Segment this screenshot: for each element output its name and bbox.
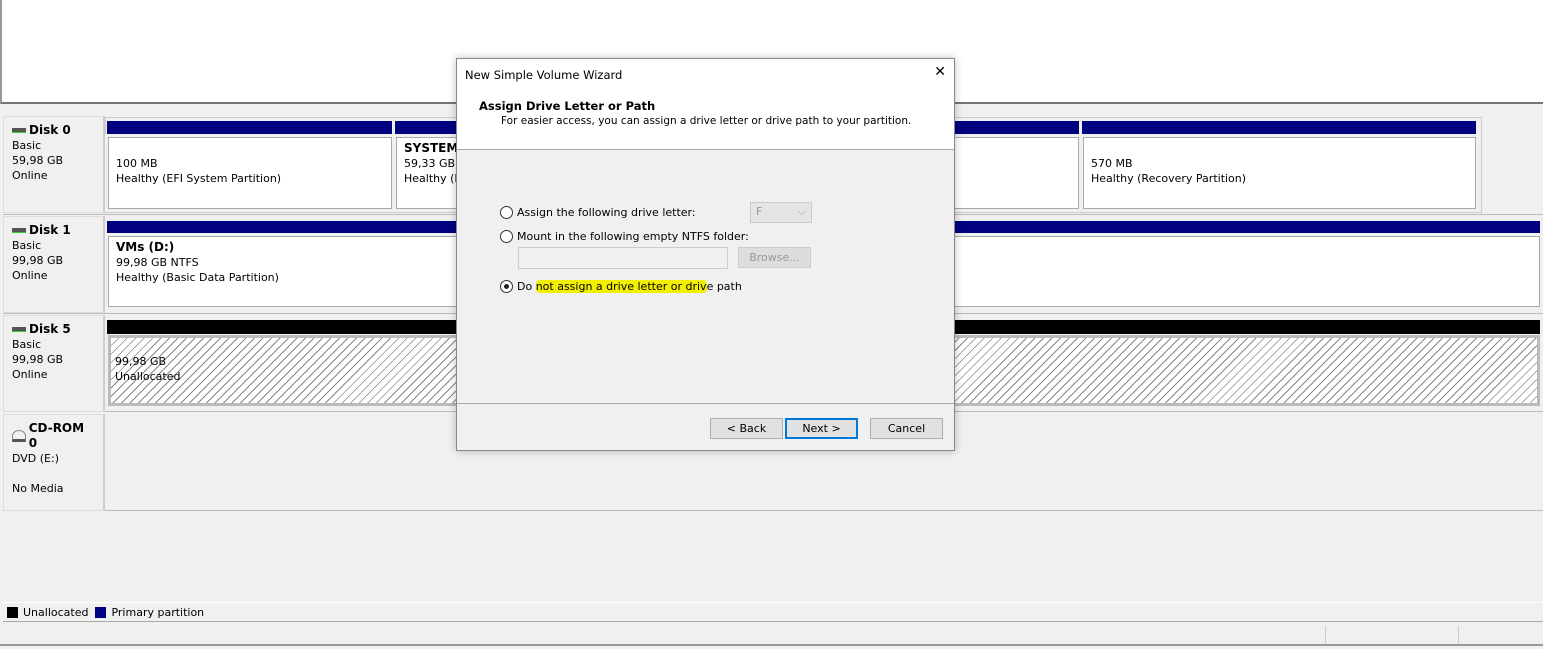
- back-button[interactable]: < Back: [710, 418, 783, 439]
- disk-type: Basic: [12, 338, 42, 351]
- cancel-button[interactable]: Cancel: [870, 418, 943, 439]
- disk-icon: [12, 228, 26, 233]
- disk-icon: [12, 327, 26, 332]
- radio-button[interactable]: [500, 206, 513, 219]
- disk-5-label[interactable]: Disk 5 Basic 99,98 GB Online: [3, 315, 105, 412]
- cdrom-label[interactable]: CD-ROM 0 DVD (E:) No Media: [3, 414, 105, 511]
- partition-efi[interactable]: 100 MB Healthy (EFI System Partition): [105, 134, 395, 212]
- partition-health: Healthy (EFI System Partition): [116, 172, 282, 185]
- mount-folder-radio[interactable]: Mount in the following empty NTFS folder…: [500, 230, 749, 243]
- wizard-heading: Assign Drive Letter or Path: [479, 99, 656, 113]
- partition-health: Healthy (Recovery Partition): [1091, 172, 1247, 185]
- dialog-title: New Simple Volume Wizard: [465, 68, 623, 82]
- disk-type: Basic: [12, 239, 42, 252]
- partition-bar: [1082, 121, 1476, 135]
- disk-status: Online: [12, 368, 48, 381]
- legend-label: Primary partition: [111, 605, 205, 619]
- drive-letter-select[interactable]: F ⌵: [750, 202, 812, 223]
- no-drive-letter-radio[interactable]: Do not assign a drive letter or drive pa…: [500, 280, 742, 293]
- wizard-subheading: For easier access, you can assign a driv…: [501, 115, 912, 127]
- radio-button[interactable]: [500, 230, 513, 243]
- dialog-header: New Simple Volume Wizard ✕ Assign Drive …: [457, 59, 954, 150]
- disk-0-label[interactable]: Disk 0 Basic 59,98 GB Online: [3, 116, 105, 213]
- disk-1-label[interactable]: Disk 1 Basic 99,98 GB Online: [3, 216, 105, 313]
- option-label: Assign the following drive letter:: [517, 206, 696, 219]
- disk-icon: [12, 128, 26, 133]
- next-button[interactable]: Next >: [785, 418, 858, 439]
- disk-status: Online: [12, 269, 48, 282]
- option-label: Mount in the following empty NTFS folder…: [517, 230, 749, 243]
- new-simple-volume-wizard-dialog: New Simple Volume Wizard ✕ Assign Drive …: [456, 58, 955, 451]
- disk-name: CD-ROM 0: [28, 421, 85, 450]
- disk-status: No Media: [12, 482, 64, 495]
- close-icon[interactable]: ✕: [934, 64, 946, 80]
- disk-name: Disk 1: [29, 223, 71, 237]
- legend-label: Unallocated: [23, 605, 89, 619]
- disk-type: Basic: [12, 139, 42, 152]
- browse-button[interactable]: Browse...: [738, 247, 811, 268]
- disk-size: 99,98 GB: [12, 353, 64, 366]
- partition-recovery[interactable]: 570 MB Healthy (Recovery Partition): [1080, 134, 1479, 212]
- partition-bar: [107, 121, 392, 135]
- disk-type: DVD (E:): [12, 452, 60, 465]
- disk-name: Disk 0: [29, 123, 71, 137]
- legend-swatch-primary: [95, 606, 107, 618]
- assign-drive-letter-radio[interactable]: Assign the following drive letter:: [500, 206, 696, 219]
- status-bar: [0, 624, 1543, 646]
- legend: Unallocated Primary partition: [3, 602, 1543, 622]
- disk-name: Disk 5: [29, 322, 71, 336]
- legend-swatch-unallocated: [7, 606, 18, 618]
- footer-divider: [457, 403, 954, 404]
- disk-status: Online: [12, 169, 48, 182]
- disk-size: 99,98 GB: [12, 254, 64, 267]
- cdrom-icon: [12, 430, 26, 442]
- highlight-mark: not assign a drive letter or driv: [535, 280, 707, 293]
- drive-letter-value: F: [756, 205, 763, 218]
- option-label: Do not assign a drive letter or drive pa…: [517, 280, 742, 293]
- partition-size: 570 MB: [1091, 157, 1133, 170]
- folder-path-input[interactable]: [518, 247, 728, 269]
- radio-button-selected[interactable]: [500, 280, 513, 293]
- partition-size: 100 MB: [116, 157, 158, 170]
- disk-size: 59,98 GB: [12, 154, 64, 167]
- chevron-down-icon: ⌵: [797, 205, 806, 218]
